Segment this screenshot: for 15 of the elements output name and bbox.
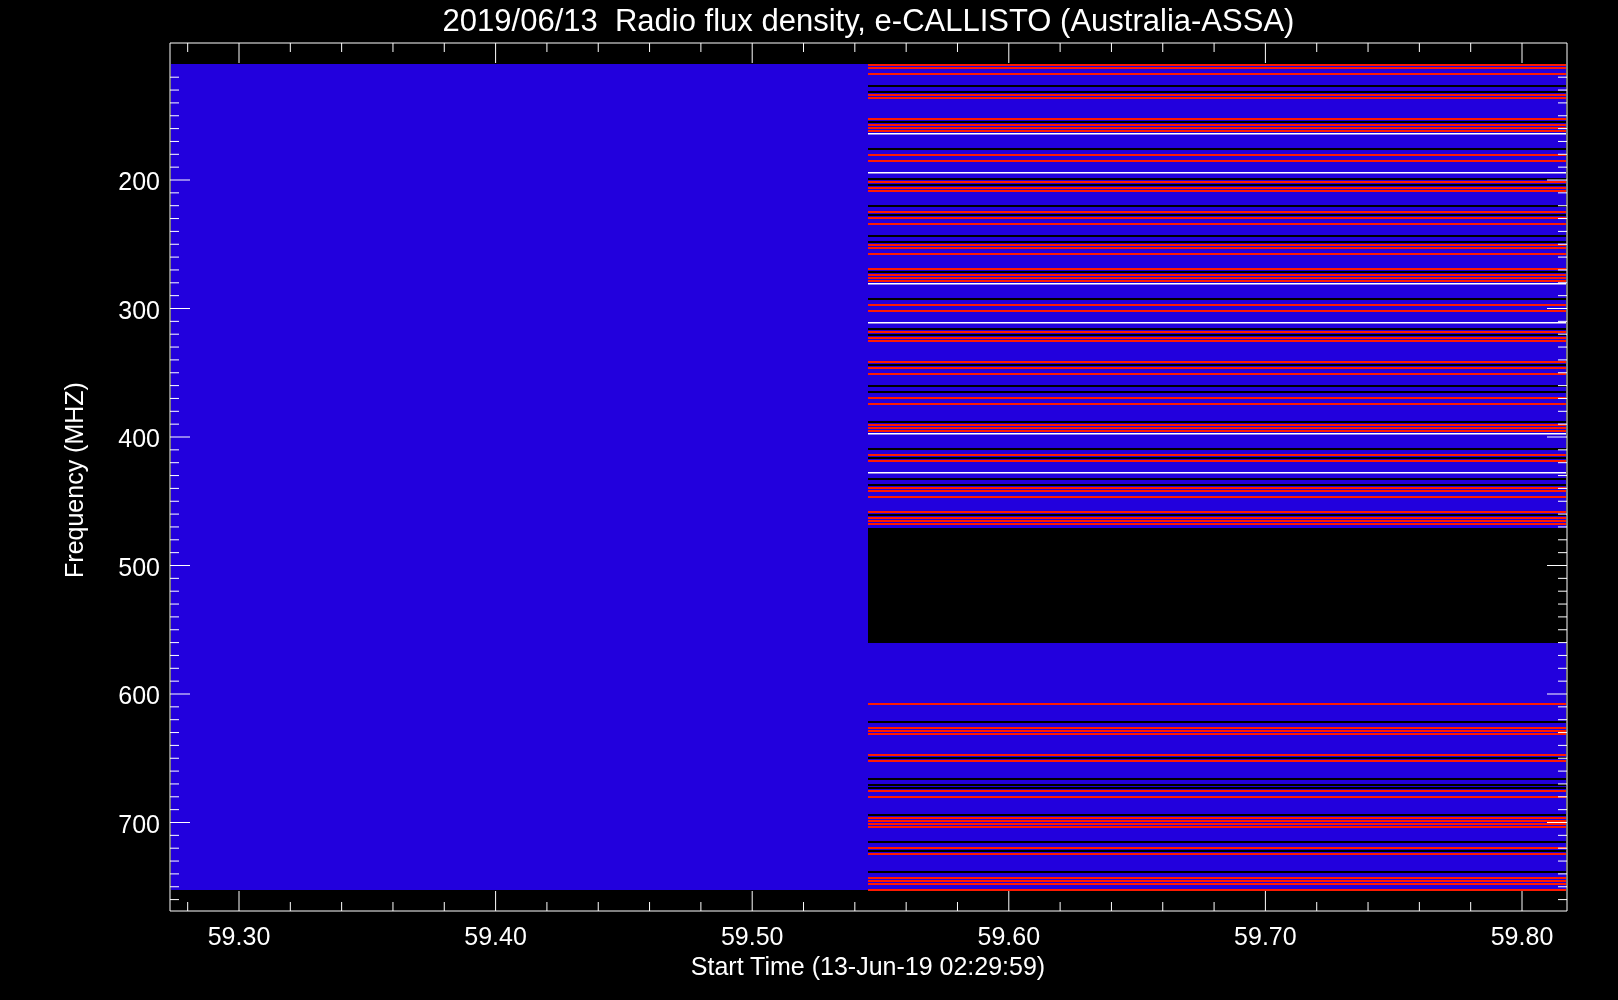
tick-label: 59.40: [464, 922, 527, 950]
tick-label: 400: [118, 424, 160, 452]
tick-label: 500: [118, 552, 160, 581]
chart-title: 2019/06/13 Radio flux density, e-CALLISTO (Australia-ASSA): [442, 3, 1295, 38]
tick-label: 700: [118, 809, 160, 838]
tick-label: 59.50: [720, 922, 784, 950]
tick-label: 59.60: [977, 922, 1041, 950]
tick-label: 59.80: [1490, 922, 1554, 950]
tick-label: 300: [118, 295, 160, 324]
tick-label: 200: [118, 167, 160, 195]
axis-label: Frequency (MHZ): [60, 382, 88, 578]
tick-label: 59.30: [207, 922, 271, 950]
tick-label: 59.70: [1234, 922, 1297, 950]
tick-label: 600: [118, 681, 160, 709]
axis-label: Start Time (13-Jun-19 02:29:59): [690, 952, 1046, 980]
